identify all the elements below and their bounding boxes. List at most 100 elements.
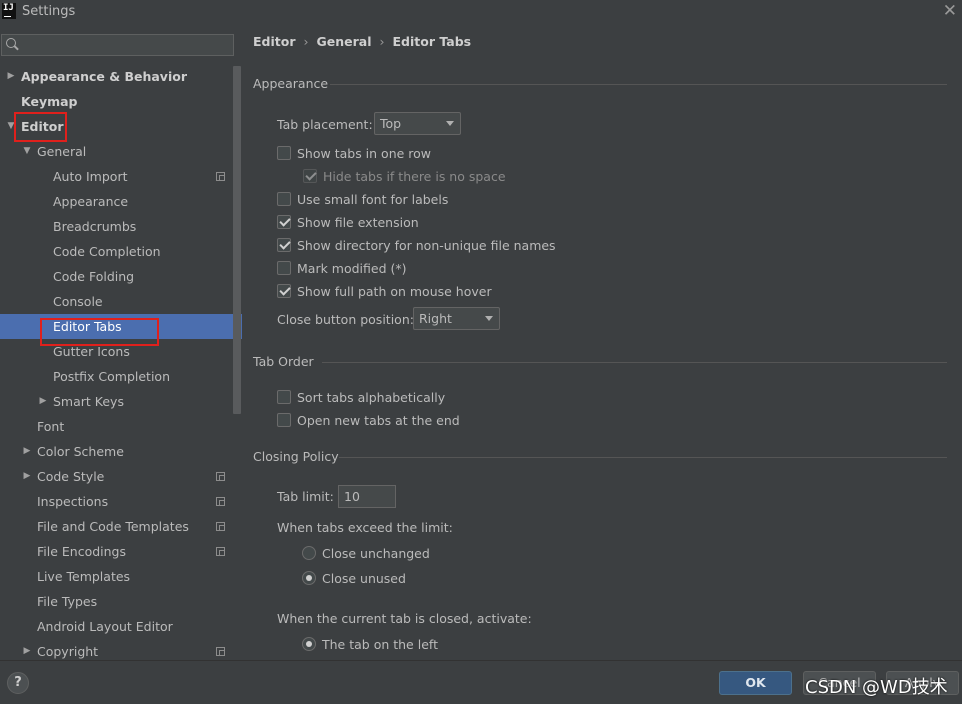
tab-limit-label: Tab limit:: [277, 489, 334, 504]
intellij-logo-icon: IJ: [2, 3, 16, 19]
open-at-end-checkbox[interactable]: [277, 413, 291, 427]
close-icon[interactable]: ✕: [943, 1, 957, 21]
sidebar-item-label: Appearance: [53, 194, 129, 209]
sidebar-item-label: Android Layout Editor: [37, 619, 173, 634]
sidebar-item-live-templates[interactable]: Live Templates: [0, 564, 242, 589]
close-unchanged-radio[interactable]: [302, 546, 316, 560]
show-extension-label[interactable]: Show file extension: [297, 215, 419, 230]
search-box[interactable]: [1, 34, 234, 56]
close-unused-radio[interactable]: [302, 571, 316, 585]
sidebar-item-label: Copyright: [37, 644, 99, 659]
expand-arrow-right-icon[interactable]: ▶: [5, 64, 17, 89]
sidebar-item-postfix-completion[interactable]: Postfix Completion: [0, 364, 242, 389]
breadcrumb-general[interactable]: General: [317, 34, 372, 49]
sidebar-item-label: Postfix Completion: [53, 369, 170, 384]
annotation-box-editor: [14, 112, 67, 142]
sidebar-item-smart-keys[interactable]: ▶ Smart Keys: [0, 389, 242, 414]
breadcrumb-separator: ›: [379, 34, 385, 49]
close-unused-label[interactable]: Close unused: [322, 571, 406, 586]
full-path-hover-checkbox[interactable]: [277, 284, 291, 298]
small-font-label[interactable]: Use small font for labels: [297, 192, 448, 207]
project-scope-icon: [216, 522, 225, 531]
sidebar-item-copyright[interactable]: ▶ Copyright: [0, 639, 242, 660]
breadcrumb-editor[interactable]: Editor: [253, 34, 296, 49]
expand-arrow-right-icon[interactable]: ▶: [37, 389, 49, 414]
sidebar-scrollbar[interactable]: [233, 66, 241, 414]
show-extension-checkbox[interactable]: [277, 215, 291, 229]
chevron-down-icon: [485, 316, 493, 321]
tab-on-left-label[interactable]: The tab on the left: [322, 637, 438, 652]
show-directory-label[interactable]: Show directory for non-unique file names: [297, 238, 556, 253]
chevron-down-icon: [446, 121, 454, 126]
sidebar-item-file-and-code-templates[interactable]: File and Code Templates: [0, 514, 242, 539]
hide-tabs-no-space-checkbox: [303, 169, 317, 183]
sidebar-item-label: Live Templates: [37, 569, 131, 584]
sidebar-item-label: Code Folding: [53, 269, 135, 284]
sidebar-item-keymap[interactable]: Keymap: [0, 89, 242, 114]
sidebar-item-file-encodings[interactable]: File Encodings: [0, 539, 242, 564]
sidebar-item-code-folding[interactable]: Code Folding: [0, 264, 242, 289]
breadcrumb-editor-tabs: Editor Tabs: [392, 34, 472, 49]
mark-modified-label[interactable]: Mark modified (*): [297, 261, 407, 276]
sidebar-item-breadcrumbs[interactable]: Breadcrumbs: [0, 214, 242, 239]
sort-alphabetically-label[interactable]: Sort tabs alphabetically: [297, 390, 445, 405]
sidebar-item-color-scheme[interactable]: ▶ Color Scheme: [0, 439, 242, 464]
help-button[interactable]: ?: [7, 672, 29, 694]
sidebar-item-appearance[interactable]: Appearance: [0, 189, 242, 214]
section-divider: [322, 362, 947, 363]
show-tabs-one-row-checkbox[interactable]: [277, 146, 291, 160]
sidebar-item-android-layout-editor[interactable]: Android Layout Editor: [0, 614, 242, 639]
sidebar-item-label: Inspections: [37, 494, 109, 509]
show-directory-checkbox[interactable]: [277, 238, 291, 252]
sidebar-item-auto-import[interactable]: Auto Import: [0, 164, 242, 189]
expand-arrow-right-icon[interactable]: ▶: [21, 439, 33, 464]
sidebar-item-label: Font: [37, 419, 65, 434]
open-at-end-label[interactable]: Open new tabs at the end: [297, 413, 460, 428]
project-scope-icon: [216, 647, 225, 656]
window-title: Settings: [22, 4, 76, 19]
section-title-appearance: Appearance: [253, 76, 329, 91]
close-unchanged-label[interactable]: Close unchanged: [322, 546, 430, 561]
sidebar-item-label: Code Completion: [53, 244, 161, 259]
activate-on-close-label: When the current tab is closed, activate…: [277, 611, 532, 626]
tab-on-left-radio[interactable]: [302, 637, 316, 651]
sidebar-item-console[interactable]: Console: [0, 289, 242, 314]
ok-button[interactable]: OK: [719, 671, 792, 695]
settings-content: Editor › General › Editor Tabs Appearance Ta…: [242, 24, 962, 660]
sidebar-item-label: Auto Import: [53, 169, 128, 184]
sidebar-item-code-style[interactable]: ▶ Code Style: [0, 464, 242, 489]
sidebar-item-label: Smart Keys: [53, 394, 124, 409]
close-button-position-value: Right: [419, 311, 452, 326]
show-tabs-one-row-label[interactable]: Show tabs in one row: [297, 146, 431, 161]
sidebar-item-label: Color Scheme: [37, 444, 124, 459]
sidebar-item-code-completion[interactable]: Code Completion: [0, 239, 242, 264]
mark-modified-checkbox[interactable]: [277, 261, 291, 275]
sidebar-item-label: File and Code Templates: [37, 519, 189, 534]
sort-alphabetically-checkbox[interactable]: [277, 390, 291, 404]
full-path-hover-label[interactable]: Show full path on mouse hover: [297, 284, 492, 299]
watermark-text: CSDN @WD技术: [805, 677, 948, 698]
expand-arrow-right-icon[interactable]: ▶: [21, 464, 33, 489]
project-scope-icon: [216, 497, 225, 506]
project-scope-icon: [216, 472, 225, 481]
sidebar-item-general[interactable]: ▼ General: [0, 139, 242, 164]
sidebar-item-label: Console: [53, 294, 103, 309]
sidebar-item-file-types[interactable]: File Types: [0, 589, 242, 614]
sidebar-item-label: Breadcrumbs: [53, 219, 137, 234]
tab-limit-input[interactable]: [338, 485, 396, 508]
close-button-position-select[interactable]: Right: [413, 307, 500, 330]
sidebar-item-appearance-behavior[interactable]: ▶ Appearance & Behavior: [0, 64, 242, 89]
tab-placement-select[interactable]: Top: [374, 112, 461, 135]
expand-arrow-down-icon[interactable]: ▼: [21, 139, 33, 164]
sidebar-item-label: Appearance & Behavior: [21, 69, 187, 84]
search-input[interactable]: [22, 36, 227, 54]
project-scope-icon: [216, 547, 225, 556]
section-title-closing-policy: Closing Policy: [253, 449, 339, 464]
sidebar-item-font[interactable]: Font: [0, 414, 242, 439]
sidebar-item-inspections[interactable]: Inspections: [0, 489, 242, 514]
sidebar-item-label: General: [37, 144, 87, 159]
expand-arrow-right-icon[interactable]: ▶: [21, 639, 33, 660]
sidebar-item-label: Keymap: [21, 94, 78, 109]
sidebar-item-label: Code Style: [37, 469, 105, 484]
small-font-checkbox[interactable]: [277, 192, 291, 206]
